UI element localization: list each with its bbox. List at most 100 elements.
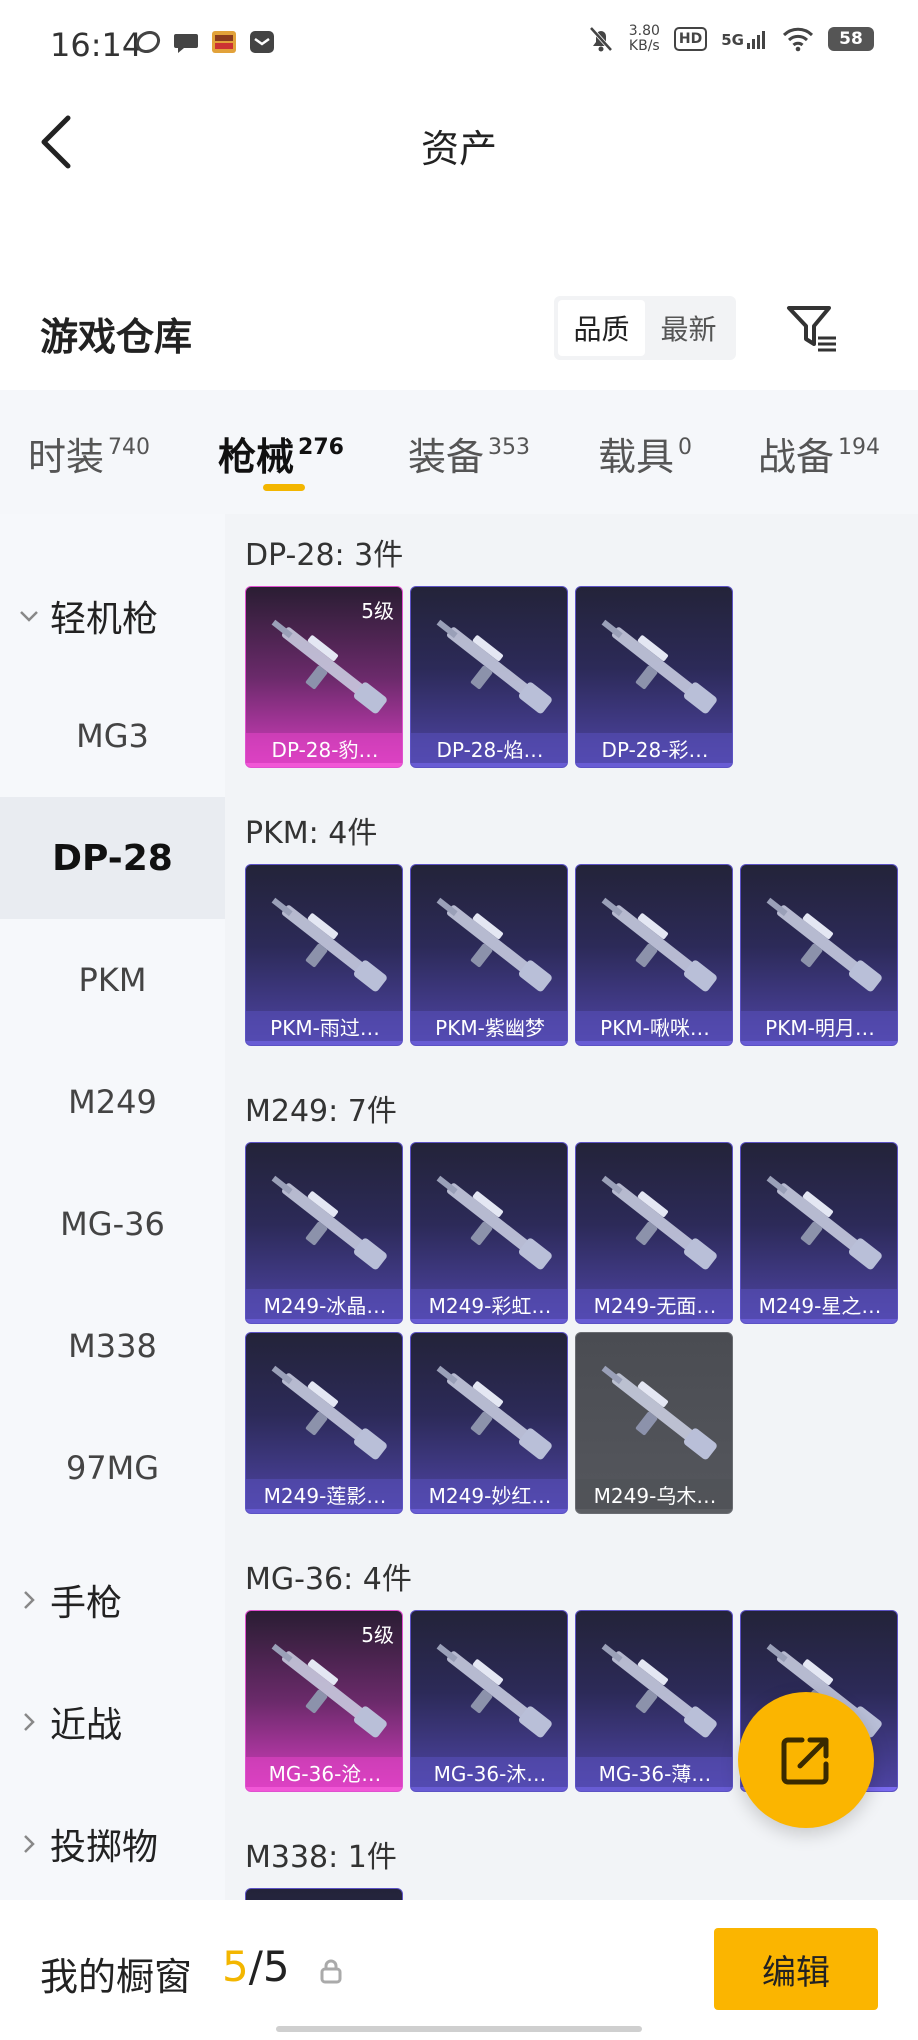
skin-name: M249-妙红… (411, 1479, 567, 1513)
status-bar: 16:14 3.80 KB/s HD 5G 58 (0, 0, 918, 90)
sort-toggle: 品质 最新 (554, 296, 736, 360)
share-button[interactable] (738, 1692, 874, 1828)
weapon-skin-card[interactable]: M249-冰晶… (245, 1142, 403, 1324)
page-title: 资产 (420, 127, 497, 171)
edit-button[interactable]: 编辑 (714, 1928, 878, 2010)
sidebar-item-m338[interactable]: M338 (0, 1285, 225, 1407)
warehouse-title: 游戏仓库 (40, 315, 193, 359)
sort-newest-option[interactable]: 最新 (645, 300, 732, 356)
skin-name: M249-无面… (576, 1289, 732, 1323)
weapon-skin-card[interactable]: 5级 DP-28-豹… (245, 586, 403, 768)
skin-name: MG-36-沧… (246, 1757, 402, 1791)
weapon-skin-card[interactable]: M249-妙红… (410, 1332, 568, 1514)
game-app-icon (212, 31, 236, 53)
weapon-skin-card[interactable]: MG-36-薄… (575, 1610, 733, 1792)
weapon-skin-card[interactable]: M249-彩虹… (410, 1142, 568, 1324)
app-notification-icon (135, 30, 161, 54)
sidebar-category-throwable[interactable]: 投掷物 (18, 1818, 158, 1870)
message-icon (174, 34, 198, 53)
sidebar-category-lmg[interactable]: 轻机枪 (18, 590, 158, 642)
gun-image (601, 1175, 717, 1270)
sidebar-item-m249[interactable]: M249 (0, 1041, 225, 1163)
sidebar-category-melee[interactable]: 近战 (18, 1696, 122, 1748)
skin-name: M249-莲影… (246, 1479, 402, 1513)
signal-bars-icon (747, 31, 765, 49)
skin-name: M249-星之… (741, 1289, 897, 1323)
sidebar-item-mg36[interactable]: MG-36 (0, 1163, 225, 1285)
skin-name: M249-彩虹… (411, 1289, 567, 1323)
weapon-skin-card[interactable]: M249-莲影… (245, 1332, 403, 1514)
share-external-icon (781, 1737, 829, 1785)
signal-5g: 5G (721, 29, 768, 49)
battery-indicator: 58 (828, 27, 874, 51)
active-tab-indicator (263, 484, 305, 491)
skin-name: DP-28-豹… (246, 733, 402, 767)
tab-equipment[interactable]: 装备 353 (408, 426, 530, 481)
section-title: MG-36: 4件 (245, 1562, 412, 1597)
tab-weapons[interactable]: 枪械 276 (218, 426, 344, 481)
weapon-skin-card[interactable]: DP-28-彩… (575, 586, 733, 768)
category-tabs: 时装 740 枪械 276 装备 353 载具 0 战备 194 (0, 390, 918, 514)
section-title: M249: 7件 (245, 1094, 397, 1129)
weapon-skin-card[interactable]: 5级 MG-36-沧… (245, 1610, 403, 1792)
home-indicator (276, 2026, 642, 2032)
weapon-skin-card[interactable]: DP-28-焰… (410, 586, 568, 768)
tab-supplies[interactable]: 战备 194 (758, 426, 880, 481)
skin-name: M249-冰晶… (246, 1289, 402, 1323)
chevron-right-icon (24, 1591, 35, 1609)
skin-name: PKM-啾咪… (576, 1011, 732, 1045)
gun-image (271, 897, 387, 992)
weapon-skin-card[interactable]: PKM-啾咪… (575, 864, 733, 1046)
section-title: M338: 1件 (245, 1840, 397, 1875)
gun-image (436, 619, 552, 714)
wifi-icon (782, 27, 814, 52)
lock-icon (320, 1959, 342, 1984)
gun-image (601, 897, 717, 992)
tab-vehicles[interactable]: 载具 0 (598, 426, 692, 481)
weapon-skin-card[interactable]: PKM-雨过… (245, 864, 403, 1046)
skin-name: PKM-雨过… (246, 1011, 402, 1045)
gun-image (271, 1175, 387, 1270)
sidebar-item-pkm[interactable]: PKM (0, 919, 225, 1041)
weapon-skin-card[interactable]: PKM-紫幽梦 (410, 864, 568, 1046)
skin-name: DP-28-焰… (411, 733, 567, 767)
filter-icon[interactable] (784, 300, 840, 356)
sort-quality-option[interactable]: 品质 (558, 300, 645, 356)
net-speed: 3.80 KB/s (628, 23, 660, 54)
status-time: 16:14 (50, 26, 143, 64)
level-badge: 5级 (361, 599, 394, 623)
sidebar-category-pistol[interactable]: 手枪 (18, 1574, 122, 1626)
chevron-down-icon (20, 611, 38, 622)
sidebar-item-97mg[interactable]: 97MG (0, 1407, 225, 1529)
weapon-skin-card[interactable]: M249-无面… (575, 1142, 733, 1324)
weapon-skin-card[interactable]: MG-36-沐… (410, 1610, 568, 1792)
showcase-label: 我的橱窗 (40, 1955, 193, 1999)
weapon-skin-card[interactable]: M249-星之… (740, 1142, 898, 1324)
skin-name: DP-28-彩… (576, 733, 732, 767)
mute-icon (589, 26, 613, 52)
gun-image (601, 1643, 717, 1738)
skin-name: M249-乌木… (576, 1479, 732, 1513)
skin-name: PKM-紫幽梦 (411, 1011, 567, 1045)
mail-app-icon (250, 31, 274, 53)
weapon-skin-card[interactable]: PKM-明月… (740, 864, 898, 1046)
sidebar-item-mg3[interactable]: MG3 (0, 675, 225, 797)
showcase-bar: 我的橱窗 5/5 编辑 (0, 1900, 918, 2040)
hd-badge: HD (673, 27, 708, 51)
chevron-right-icon (24, 1835, 35, 1853)
weapon-skin-card[interactable]: M249-乌木… (575, 1332, 733, 1514)
gun-image (766, 897, 882, 992)
weapon-skin-card[interactable] (245, 1888, 403, 1900)
weapon-type-sidebar: 轻机枪 MG3 DP-28 PKM M249 MG-36 M338 97MG 手… (0, 514, 225, 1900)
gun-image (436, 1643, 552, 1738)
gun-image (246, 1889, 403, 1900)
chevron-right-icon (24, 1713, 35, 1731)
section-title: DP-28: 3件 (245, 538, 404, 573)
sidebar-item-dp28[interactable]: DP-28 (0, 797, 225, 919)
skin-name: MG-36-薄… (576, 1757, 732, 1791)
level-badge: 5级 (361, 1623, 394, 1647)
showcase-count: 5/5 (222, 1942, 290, 1991)
tab-fashion[interactable]: 时装 740 (28, 426, 150, 481)
skin-name: PKM-明月… (741, 1011, 897, 1045)
gun-image (601, 1365, 717, 1460)
